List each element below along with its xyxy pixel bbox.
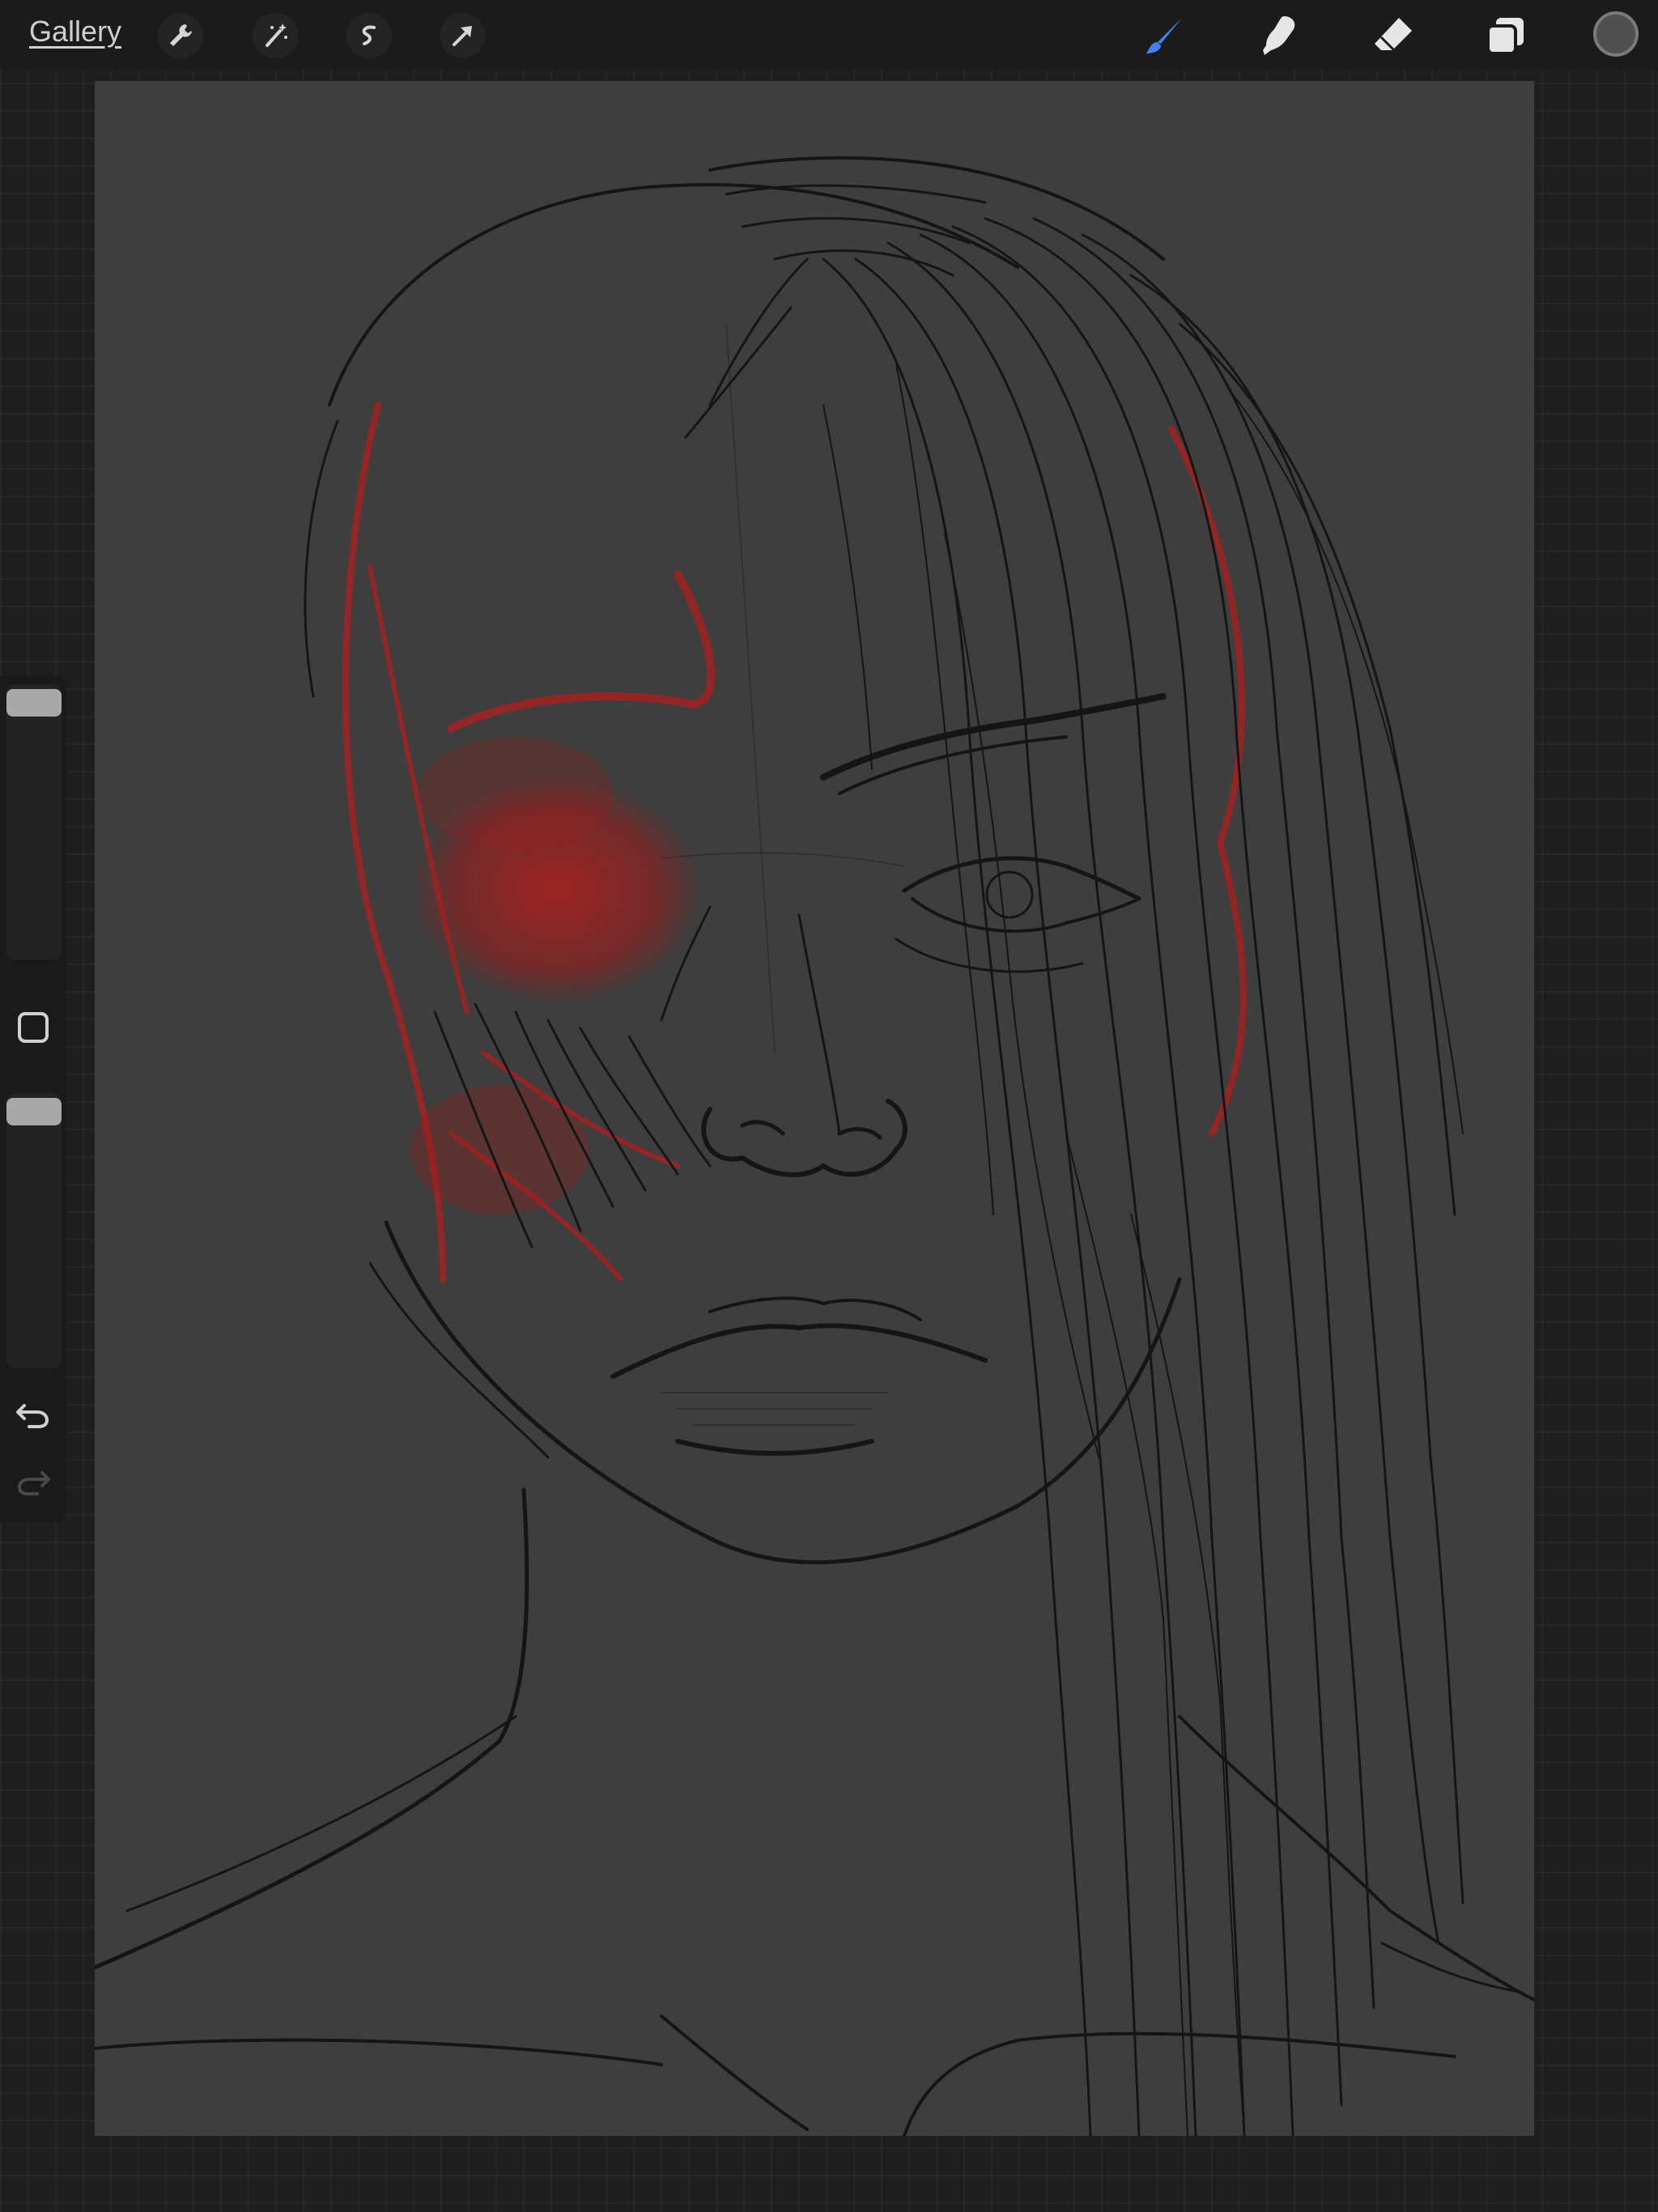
smudge-icon bbox=[1263, 16, 1295, 55]
opacity-thumb[interactable] bbox=[6, 1098, 62, 1125]
undo-icon[interactable] bbox=[13, 1394, 53, 1435]
top-toolbar: Gallery bbox=[0, 0, 1658, 70]
eraser-button[interactable] bbox=[1367, 11, 1418, 60]
selection-button[interactable] bbox=[346, 13, 392, 58]
brush-size-slider[interactable] bbox=[6, 684, 62, 959]
redo-icon[interactable] bbox=[13, 1461, 53, 1502]
actions-button[interactable] bbox=[158, 13, 203, 58]
smudge-button[interactable] bbox=[1253, 11, 1305, 60]
selection-icon bbox=[362, 25, 376, 45]
brush-icon bbox=[1146, 18, 1182, 53]
eraser-icon bbox=[1375, 18, 1412, 52]
layers-icon bbox=[1486, 18, 1524, 55]
wrench-icon bbox=[170, 24, 192, 46]
opacity-slider[interactable] bbox=[6, 1093, 62, 1368]
sketch-artwork bbox=[95, 156, 1534, 2136]
drawing-canvas[interactable] bbox=[95, 81, 1534, 2136]
transform-arrow-icon bbox=[453, 26, 472, 46]
adjustments-button[interactable] bbox=[253, 13, 298, 58]
magic-wand-icon bbox=[266, 23, 287, 47]
left-sidebar bbox=[0, 676, 66, 1522]
brush-size-thumb[interactable] bbox=[6, 689, 62, 717]
gallery-button[interactable]: Gallery bbox=[29, 15, 121, 49]
color-picker-button[interactable] bbox=[1593, 11, 1639, 57]
transform-button[interactable] bbox=[440, 13, 485, 58]
brush-button[interactable] bbox=[1140, 11, 1192, 60]
layers-button[interactable] bbox=[1480, 11, 1532, 60]
modify-button[interactable] bbox=[18, 1012, 49, 1043]
